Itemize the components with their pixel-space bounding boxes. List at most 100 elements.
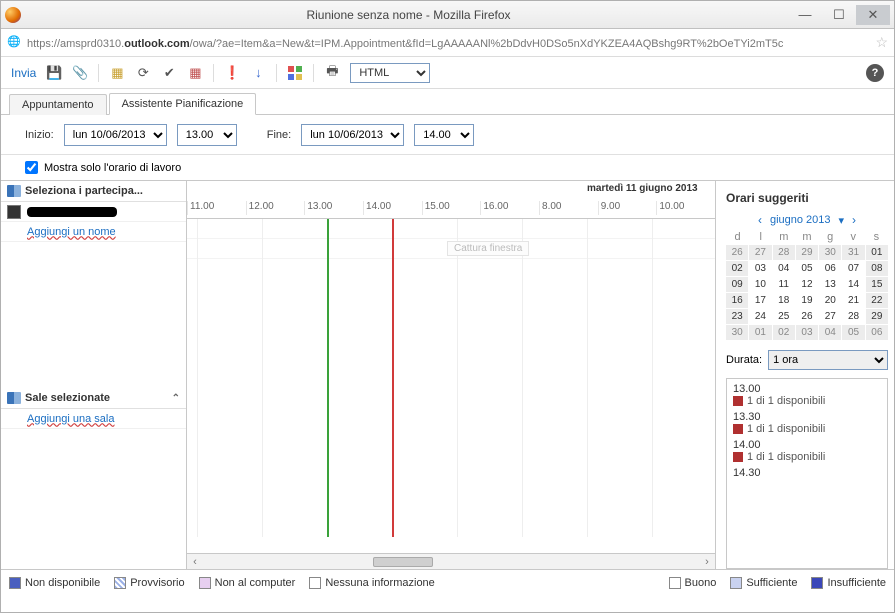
calendar-day[interactable]: 31 — [842, 245, 864, 260]
calendar-day[interactable]: 26 — [726, 245, 748, 260]
format-select[interactable]: HTML — [350, 63, 430, 83]
mini-calendar[interactable]: 2627282930310102030405060708091011121314… — [726, 245, 888, 340]
suggestion-availability: 1 di 1 disponibili — [733, 395, 881, 407]
horizontal-scrollbar[interactable]: ‹ › — [187, 553, 715, 569]
calendar-day[interactable]: 01 — [749, 325, 771, 340]
add-room-row[interactable]: Aggiungi una sala — [1, 409, 186, 429]
calendar-day[interactable]: 03 — [796, 325, 818, 340]
calendar-day[interactable]: 10 — [749, 277, 771, 292]
importance-low-icon[interactable]: ↓ — [250, 65, 266, 81]
calendar-day[interactable]: 29 — [796, 245, 818, 260]
calendar-day[interactable]: 02 — [726, 261, 748, 276]
calendar-day[interactable]: 15 — [866, 277, 888, 292]
add-room-link[interactable]: Aggiungi una sala — [27, 413, 114, 425]
meeting-start-line[interactable] — [327, 219, 329, 537]
separator — [313, 64, 314, 82]
swatch-tentative — [114, 577, 126, 589]
address-bar[interactable]: 🌐 https://amsprd0310.outlook.com/owa/?ae… — [1, 29, 894, 57]
calendar-day[interactable]: 16 — [726, 293, 748, 308]
calendar-day[interactable]: 13 — [819, 277, 841, 292]
close-button[interactable]: ✕ — [856, 5, 890, 25]
availability-icon — [733, 424, 743, 434]
check-names-icon[interactable]: ✔ — [161, 65, 177, 81]
calendar-day[interactable]: 03 — [749, 261, 771, 276]
meeting-end-line[interactable] — [392, 219, 394, 537]
chevron-up-icon[interactable]: ⌃ — [172, 393, 180, 404]
calendar-day[interactable]: 05 — [842, 325, 864, 340]
calendar-day[interactable]: 21 — [842, 293, 864, 308]
calendar-day[interactable]: 01 — [866, 245, 888, 260]
suggestion-item[interactable]: 14.30 — [729, 465, 885, 481]
calendar-day[interactable]: 05 — [796, 261, 818, 276]
scroll-left-icon[interactable]: ‹ — [187, 556, 203, 568]
rooms-header[interactable]: Sale selezionate ⌃ — [1, 388, 186, 409]
importance-high-icon[interactable]: ❗ — [224, 65, 240, 81]
calendar-day[interactable]: 14 — [842, 277, 864, 292]
calendar-day[interactable]: 29 — [866, 309, 888, 324]
duration-select[interactable]: 1 ora — [768, 350, 888, 370]
suggested-times-title: Orari suggeriti — [726, 191, 888, 205]
availability-icon — [733, 396, 743, 406]
insert-icon[interactable]: ▦ — [109, 65, 125, 81]
participant-status-icon[interactable] — [7, 205, 21, 219]
calendar-day[interactable]: 08 — [866, 261, 888, 276]
calendar-day[interactable]: 06 — [819, 261, 841, 276]
suggestion-item[interactable]: 14.001 di 1 disponibili — [729, 437, 885, 465]
save-icon[interactable]: 💾 — [46, 65, 62, 81]
timeline-grid[interactable]: Cattura finestra — [187, 219, 715, 553]
send-button[interactable]: Invia — [11, 66, 36, 80]
suggestion-item[interactable]: 13.301 di 1 disponibili — [729, 409, 885, 437]
calendar-day[interactable]: 04 — [773, 261, 795, 276]
scroll-thumb[interactable] — [373, 557, 433, 567]
end-date-select[interactable]: lun 10/06/2013 — [301, 124, 404, 146]
calendar-day[interactable]: 09 — [726, 277, 748, 292]
calendar-day[interactable]: 24 — [749, 309, 771, 324]
calendar-day[interactable]: 19 — [796, 293, 818, 308]
print-icon[interactable]: 🖶 — [324, 65, 340, 81]
calendar-day[interactable]: 06 — [866, 325, 888, 340]
calendar-day[interactable]: 27 — [749, 245, 771, 260]
calendar-day[interactable]: 26 — [796, 309, 818, 324]
calendar-day[interactable]: 22 — [866, 293, 888, 308]
tab-scheduling-assistant[interactable]: Assistente Pianificazione — [109, 93, 257, 115]
dow-label: g — [819, 231, 842, 243]
participants-header[interactable]: Seleziona i partecipa... — [1, 181, 186, 202]
next-month-icon[interactable]: › — [852, 213, 856, 227]
calendar-day[interactable]: 20 — [819, 293, 841, 308]
calendar-day[interactable]: 28 — [773, 245, 795, 260]
calendar-day[interactable]: 04 — [819, 325, 841, 340]
minimize-button[interactable]: — — [788, 5, 822, 25]
add-participant-link[interactable]: Aggiungi un nome — [27, 226, 116, 238]
calendar-day[interactable]: 23 — [726, 309, 748, 324]
suggestion-item[interactable]: 13.001 di 1 disponibili — [729, 381, 885, 409]
calendar-day[interactable]: 11 — [773, 277, 795, 292]
maximize-button[interactable]: ☐ — [822, 5, 856, 25]
suggestion-list[interactable]: 13.001 di 1 disponibili13.301 di 1 dispo… — [726, 378, 888, 569]
month-dropdown-icon[interactable]: ▾ — [839, 214, 845, 227]
calendar-day[interactable]: 17 — [749, 293, 771, 308]
calendar-day[interactable]: 25 — [773, 309, 795, 324]
calendar-day[interactable]: 12 — [796, 277, 818, 292]
month-label[interactable]: giugno 2013 — [770, 214, 831, 226]
calendar-day[interactable]: 28 — [842, 309, 864, 324]
recurrence-icon[interactable]: ▦ — [187, 65, 203, 81]
calendar-day[interactable]: 02 — [773, 325, 795, 340]
calendar-day[interactable]: 30 — [819, 245, 841, 260]
add-participant-row[interactable]: Aggiungi un nome — [1, 222, 186, 242]
calendar-day[interactable]: 27 — [819, 309, 841, 324]
start-time-select[interactable]: 13.00 — [177, 124, 237, 146]
work-hours-checkbox[interactable] — [25, 161, 38, 174]
calendar-day[interactable]: 18 — [773, 293, 795, 308]
prev-month-icon[interactable]: ‹ — [758, 213, 762, 227]
categories-icon[interactable] — [287, 65, 303, 81]
scroll-right-icon[interactable]: › — [699, 556, 715, 568]
bookmark-icon[interactable]: ☆ — [875, 34, 888, 51]
calendar-day[interactable]: 30 — [726, 325, 748, 340]
help-icon[interactable]: ? — [866, 64, 884, 82]
refresh-icon[interactable]: ⟳ — [135, 65, 151, 81]
calendar-day[interactable]: 07 — [842, 261, 864, 276]
end-time-select[interactable]: 14.00 — [414, 124, 474, 146]
tab-appointment[interactable]: Appuntamento — [9, 94, 107, 115]
attach-icon[interactable]: 📎 — [72, 65, 88, 81]
start-date-select[interactable]: lun 10/06/2013 — [64, 124, 167, 146]
